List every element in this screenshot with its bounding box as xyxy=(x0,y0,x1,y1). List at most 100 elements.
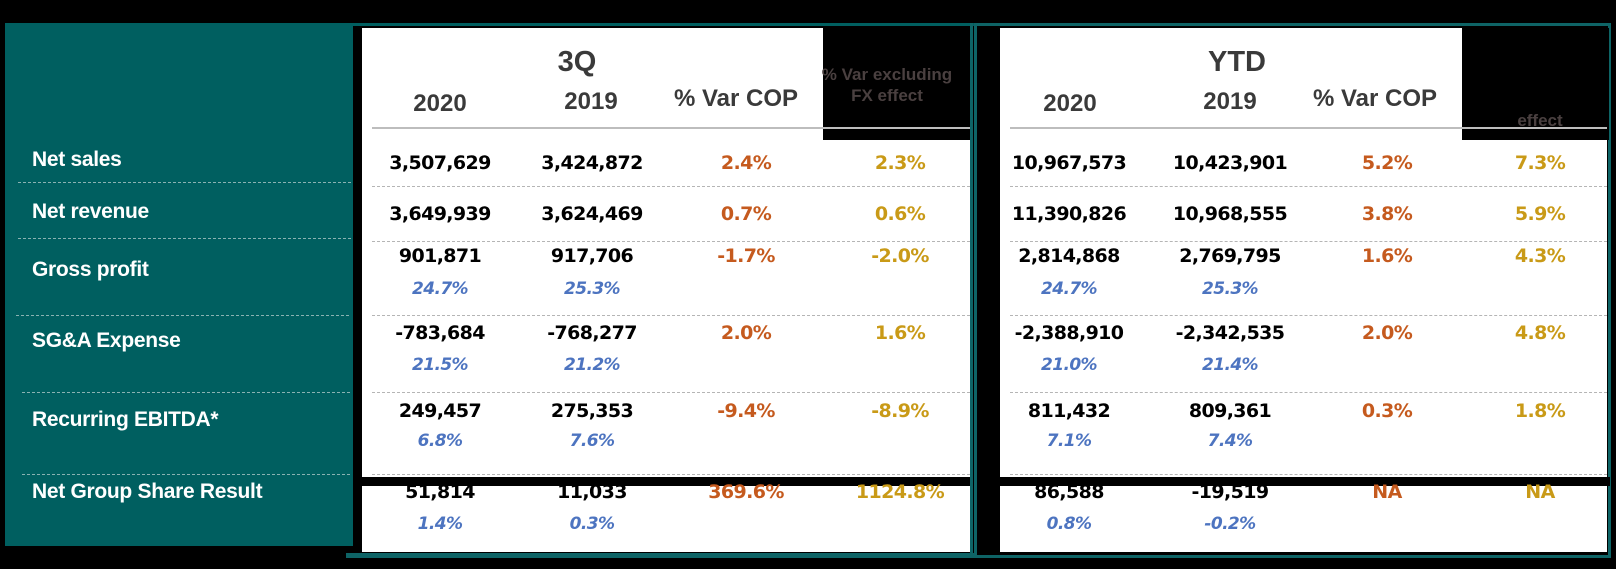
q3-var-cop: -9.4% xyxy=(717,400,775,422)
q3-var-fx: 1.6% xyxy=(874,322,926,344)
q3-var-cop: 2.0% xyxy=(720,322,772,344)
ytd-value-2020: -2,388,910 xyxy=(1014,322,1124,344)
ytd-ratio-2019: 25.3% xyxy=(1202,279,1259,299)
q3-value-2019: 3,424,872 xyxy=(541,152,643,174)
row-label-gross-profit: Gross profit xyxy=(32,258,149,281)
q3-value-2019: 11,033 xyxy=(557,481,627,503)
ytd-value-2019: 2,769,795 xyxy=(1179,245,1281,267)
q3-value-2019: -768,277 xyxy=(547,322,637,344)
q3-row-separator xyxy=(372,392,970,393)
ytd-col-2020: 2020 xyxy=(1043,90,1097,117)
ytd-row-separator xyxy=(1010,392,1607,393)
q3-header-rule xyxy=(372,127,970,129)
label-separator xyxy=(22,392,350,393)
ytd-ratio-2019: 7.4% xyxy=(1207,431,1253,451)
q3-col-var-cop: % Var COP xyxy=(673,85,799,112)
ytd-var-cop: 0.3% xyxy=(1361,400,1413,422)
q3-value-2020: 51,814 xyxy=(405,481,475,503)
q3-frame-bottom xyxy=(346,553,974,558)
ytd-value-2020: 10,967,573 xyxy=(1011,152,1127,174)
ytd-var-fx: 1.8% xyxy=(1514,400,1566,422)
label-separator xyxy=(16,315,349,316)
ytd-title: YTD xyxy=(1208,46,1266,78)
ytd-var-cop: 1.6% xyxy=(1361,245,1413,267)
q3-value-2020: 3,507,629 xyxy=(389,152,491,174)
q3-value-2019: 3,624,469 xyxy=(541,203,643,225)
ytd-value-2019: 10,968,555 xyxy=(1172,203,1288,225)
ytd-ratio-2020: 21.0% xyxy=(1041,355,1098,375)
q3-var-fx: -2.0% xyxy=(871,245,929,267)
row-label-net-group-share-result: Net Group Share Result xyxy=(32,480,263,503)
q3-ratio-2020: 21.5% xyxy=(412,355,469,375)
ytd-row-separator xyxy=(1010,186,1607,187)
q3-var-cop: -1.7% xyxy=(717,245,775,267)
ytd-var-fx: 4.8% xyxy=(1514,322,1566,344)
q3-col-fx-line1: % Var excluding xyxy=(821,65,953,84)
ytd-var-fx: 5.9% xyxy=(1514,203,1566,225)
ytd-var-cop: 5.2% xyxy=(1361,152,1413,174)
q3-value-2020: 901,871 xyxy=(398,245,482,267)
q3-row-separator xyxy=(372,241,970,242)
row-label-net-revenue: Net revenue xyxy=(32,200,149,223)
q3-row-separator xyxy=(372,186,970,187)
q3-frame-right xyxy=(970,23,973,558)
ytd-row-separator xyxy=(1010,315,1607,316)
q3-row-separator xyxy=(372,315,970,316)
q3-ratio-2019: 0.3% xyxy=(569,514,615,534)
q3-var-cop: 0.7% xyxy=(720,203,772,225)
label-column xyxy=(5,23,353,546)
ytd-value-2020: 11,390,826 xyxy=(1011,203,1127,225)
ytd-value-2019: -2,342,535 xyxy=(1175,322,1285,344)
q3-value-2019: 917,706 xyxy=(550,245,634,267)
ytd-value-2019: 10,423,901 xyxy=(1172,152,1288,174)
q3-var-fx: 1124.8% xyxy=(855,481,945,503)
q3-ratio-2019: 21.2% xyxy=(564,355,621,375)
row-label-recurring-ebitda: Recurring EBITDA* xyxy=(32,408,219,431)
ytd-var-cop: NA xyxy=(1372,481,1402,503)
ytd-value-2020: 86,588 xyxy=(1034,481,1104,503)
ytd-ratio-2019: 21.4% xyxy=(1202,355,1259,375)
row-label-net-sales: Net sales xyxy=(32,148,122,171)
ytd-ratio-2019: -0.2% xyxy=(1204,514,1256,534)
label-separator xyxy=(18,182,351,183)
q3-var-fx: 2.3% xyxy=(874,152,926,174)
ytd-value-2019: -19,519 xyxy=(1191,481,1269,503)
q3-value-2020: -783,684 xyxy=(395,322,485,344)
q3-var-cop: 369.6% xyxy=(708,481,784,503)
q3-var-cop: 2.4% xyxy=(720,152,772,174)
ytd-row-separator xyxy=(1010,241,1607,242)
ytd-col-2019: 2019 xyxy=(1203,88,1257,115)
q3-value-2019: 275,353 xyxy=(550,400,634,422)
ytd-value-2020: 811,432 xyxy=(1027,400,1111,422)
q3-row-separator xyxy=(372,474,970,475)
ytd-var-cop: 2.0% xyxy=(1361,322,1413,344)
ytd-row-separator xyxy=(1010,474,1607,475)
q3-ratio-2019: 25.3% xyxy=(564,279,621,299)
q3-var-fx: -8.9% xyxy=(871,400,929,422)
ytd-var-cop: 3.8% xyxy=(1361,203,1413,225)
q3-value-2020: 3,649,939 xyxy=(389,203,491,225)
ytd-var-fx: NA xyxy=(1525,481,1555,503)
q3-ratio-2020: 1.4% xyxy=(417,514,463,534)
ytd-col-fx: effect xyxy=(1517,111,1563,130)
ytd-col-var-cop: % Var COP xyxy=(1312,85,1438,112)
q3-ratio-2020: 6.8% xyxy=(417,431,463,451)
ytd-value-2019: 809,361 xyxy=(1188,400,1272,422)
ytd-var-fx: 4.3% xyxy=(1514,245,1566,267)
q3-ratio-2020: 24.7% xyxy=(412,279,469,299)
q3-title: 3Q xyxy=(557,46,597,78)
label-separator xyxy=(18,238,351,239)
row-label-sga-expense: SG&A Expense xyxy=(32,329,181,352)
ytd-ratio-2020: 24.7% xyxy=(1041,279,1098,299)
q3-var-fx: 0.6% xyxy=(874,203,926,225)
label-separator xyxy=(22,474,350,475)
q3-col-fx-line2: FX effect xyxy=(851,86,923,105)
q3-col-2019: 2019 xyxy=(564,88,618,115)
q3-ratio-2019: 7.6% xyxy=(569,431,615,451)
ytd-ratio-2020: 0.8% xyxy=(1046,514,1092,534)
q3-value-2020: 249,457 xyxy=(398,400,482,422)
ytd-var-fx: 7.3% xyxy=(1514,152,1566,174)
ytd-value-2020: 2,814,868 xyxy=(1018,245,1120,267)
q3-col-2020: 2020 xyxy=(413,90,467,117)
ytd-ratio-2020: 7.1% xyxy=(1046,431,1092,451)
